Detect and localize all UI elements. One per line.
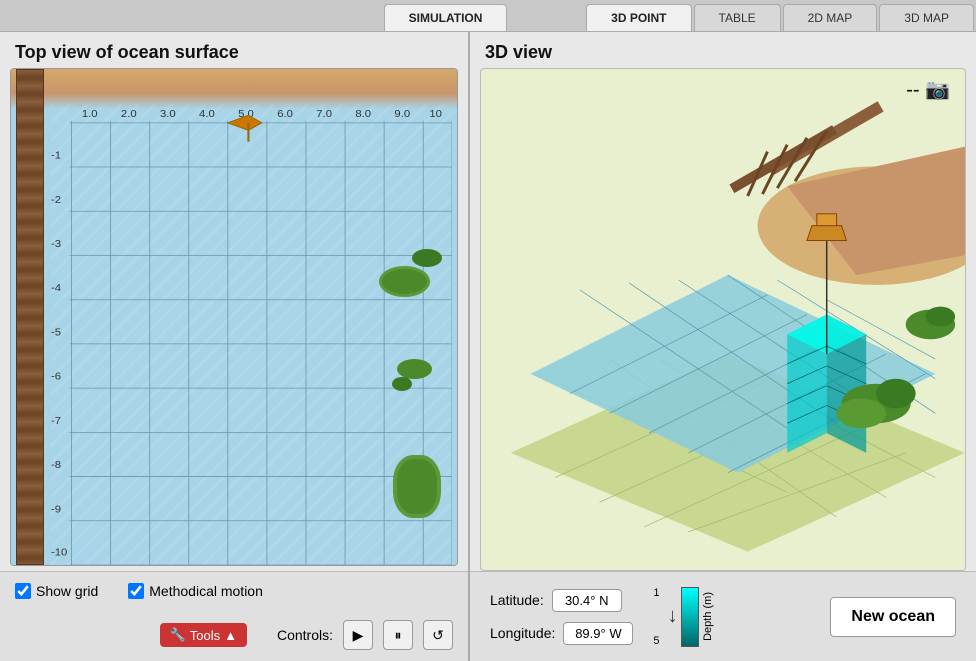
svg-text:8.0: 8.0 [355,109,371,120]
island-1 [382,269,427,294]
depth-scale: 1 5 ↓ Depth (m) [653,587,713,647]
checkboxes-row: Show grid Methodical motion [15,583,453,599]
svg-text:-1: -1 [51,150,61,161]
tab-3dmap[interactable]: 3D MAP [879,4,974,31]
depth-top-label: 1 [653,587,659,599]
left-panel: Top view of ocean surface 1.0 2.0 3.0 4.… [0,32,470,661]
svg-text:6.0: 6.0 [277,109,293,120]
methodical-motion-checkbox[interactable] [128,583,144,599]
tools-arrow: ▲ [224,628,237,643]
depth-bar [681,587,699,647]
play-button[interactable]: ▶ [343,620,373,650]
tab-simulation[interactable]: SIMULATION [384,4,508,31]
playback-row: 🔧 Tools ▲ Controls: ▶ ⏸ ↺ [15,620,453,650]
show-grid-label[interactable]: Show grid [15,583,98,599]
svg-text:4.0: 4.0 [199,109,215,120]
info-bar: Latitude: 30.4° N Longitude: 89.9° W 1 5… [470,571,976,661]
svg-text:-3: -3 [51,238,61,249]
longitude-label: Longitude: [490,625,555,641]
svg-text:-5: -5 [51,327,61,338]
ocean-view: 1.0 2.0 3.0 4.0 5.0 6.0 7.0 8.0 9.0 10 -… [10,68,458,566]
svg-text:-2: -2 [51,194,61,205]
iso-scene [481,69,965,570]
sand-top [11,69,457,109]
depth-arrow: ↓ [668,605,678,628]
controls-bar: Show grid Methodical motion 🔧 Tools ▲ Co… [0,571,468,661]
svg-text:-9: -9 [51,504,61,515]
tab-2dmap[interactable]: 2D MAP [783,4,878,31]
new-ocean-button[interactable]: New ocean [830,597,956,637]
tools-label: Tools [190,628,220,643]
methodical-motion-text: Methodical motion [149,583,263,599]
depth-bottom-label: 5 [653,635,659,647]
left-panel-title: Top view of ocean surface [0,32,468,68]
longitude-value: 89.9° W [563,622,633,645]
svg-text:9.0: 9.0 [394,109,410,120]
svg-text:2.0: 2.0 [121,109,137,120]
svg-text:-7: -7 [51,415,61,426]
island-1b [412,249,442,267]
tools-icon: 🔧 [170,627,186,643]
methodical-motion-label[interactable]: Methodical motion [128,583,263,599]
depth-unit-label: Depth (m) [702,592,714,641]
svg-text:-10: -10 [51,547,67,558]
pause-icon: ⏸ [395,627,402,644]
right-panel: 3D view -- 📷 [470,32,976,661]
svg-text:1.0: 1.0 [82,109,98,120]
show-grid-checkbox[interactable] [15,583,31,599]
latitude-value: 30.4° N [552,589,622,612]
tab-table[interactable]: TABLE [694,4,781,31]
svg-text:3.0: 3.0 [160,109,176,120]
svg-text:-4: -4 [51,283,61,294]
island-2b [392,377,412,391]
svg-text:-8: -8 [51,460,61,471]
latitude-group: Latitude: 30.4° N [490,589,633,612]
island-2 [397,359,432,379]
svg-text:-6: -6 [51,371,61,382]
wooden-pole [16,69,44,565]
island-3 [397,459,437,514]
pause-button[interactable]: ⏸ [383,620,413,650]
right-panel-title: 3D view [470,32,976,68]
main-content: Top view of ocean surface 1.0 2.0 3.0 4.… [0,32,976,661]
tab-bar: SIMULATION 3D POINT TABLE 2D MAP 3D MAP [0,0,976,32]
tab-3dpoint[interactable]: 3D POINT [586,4,691,31]
reset-icon: ↺ [432,627,444,644]
camera-icon[interactable]: -- 📷 [906,77,950,102]
grid-svg: 1.0 2.0 3.0 4.0 5.0 6.0 7.0 8.0 9.0 10 -… [51,104,452,565]
tools-button[interactable]: 🔧 Tools ▲ [160,623,247,647]
controls-label-text: Controls: [277,627,333,643]
reset-button[interactable]: ↺ [423,620,453,650]
longitude-group: Longitude: 89.9° W [490,622,633,645]
view-3d: -- 📷 [480,68,966,571]
play-icon: ▶ [353,627,364,644]
svg-text:10: 10 [429,109,442,120]
grid-container: 1.0 2.0 3.0 4.0 5.0 6.0 7.0 8.0 9.0 10 -… [51,104,452,565]
svg-text:7.0: 7.0 [316,109,332,120]
show-grid-text: Show grid [36,583,98,599]
latitude-label: Latitude: [490,592,544,608]
